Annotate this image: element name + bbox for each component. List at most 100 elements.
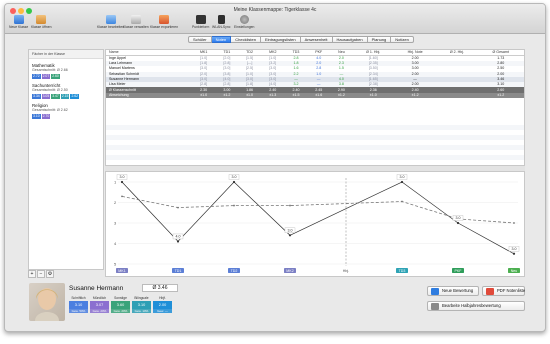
point-label-text: 3.0: [232, 175, 237, 179]
grade-tile-value: 3.10: [132, 301, 151, 309]
settings-toolbar-button[interactable]: Einstellungen: [234, 15, 254, 33]
point-label: 3.0: [396, 174, 408, 180]
grade-tile-weight: Gew. —: [153, 309, 172, 313]
subject-grade-pills: 3.10 2.70: [32, 114, 100, 119]
toolbar-label: Klasse exportieren: [150, 25, 179, 29]
manage-class-toolbar-button[interactable]: Klasse verwalten: [123, 15, 149, 33]
student-panel: Susanne Hermann Ø 3.46 Schriftlich 3.10 Ge…: [28, 282, 525, 324]
half-year-label: Bearbeite Halbjahresbewertung: [442, 303, 501, 308]
grade-pill: 2.15: [60, 94, 70, 99]
new-class-toolbar-button[interactable]: Neue Klasse: [9, 15, 28, 33]
grade-tile: Schriftlich 3.10 Gew. 50%: [69, 296, 88, 313]
edit-class-toolbar-button[interactable]: Klasse bearbeiten: [97, 15, 124, 33]
tab-notizen[interactable]: Notizen: [391, 36, 414, 43]
statistics-row: Abweichung ±1.0 ±1.2 ±1.0 ±1.3 ±1.5 ±1.6 ±1.2 ±1…: [106, 92, 524, 99]
wlan-sync-toolbar-button[interactable]: WLAN-Sync: [212, 15, 230, 33]
grade-pill: 3.05: [41, 94, 51, 99]
y-tick-label: 3: [114, 221, 117, 226]
y-tick-label: 1: [114, 180, 117, 185]
data-point[interactable]: [401, 200, 403, 203]
toolbar-label: Klasse bearbeiten: [97, 25, 125, 29]
tab-noten[interactable]: Noten: [211, 36, 232, 43]
x-category-text: TD2: [231, 269, 238, 273]
data-point[interactable]: [177, 206, 179, 209]
subject-average: Gesamtschnitt: Ø 2.62: [32, 108, 68, 112]
point-label-text: 3.0: [288, 229, 293, 233]
point-label: 3.0: [508, 246, 520, 252]
data-point[interactable]: [233, 204, 235, 207]
grade-tile: Mündlich 3.07 Gew. 20%: [90, 296, 109, 313]
toolbar-label: WLAN-Sync: [212, 25, 231, 29]
tab-planung[interactable]: Planung: [367, 36, 392, 43]
data-point[interactable]: [120, 180, 124, 184]
grade-tile: Sonstige 3.60 Gew. 20%: [111, 296, 130, 313]
data-point[interactable]: [513, 222, 515, 224]
data-point[interactable]: [289, 204, 291, 207]
data-point[interactable]: [456, 221, 460, 225]
export-class-toolbar-button[interactable]: Klasse exportieren: [150, 15, 178, 33]
point-label: 3.0: [116, 174, 128, 180]
half-year-button[interactable]: Bearbeite Halbjahresbewertung: [427, 301, 525, 311]
data-point[interactable]: [400, 180, 404, 184]
grade-tile: Bilinguale 3.10 Gew. 10%: [132, 296, 151, 313]
toolbar-label: Punkteform: [192, 25, 210, 29]
y-tick-label: 2: [114, 200, 117, 205]
grades-table: Name MK1 TD1 TD2 MK2 TD3 PKF Neu Ø 1. Hbj. Hbj. N…: [105, 49, 525, 166]
point-label-text: 3.0: [400, 175, 405, 179]
phone-icon: [217, 15, 225, 24]
tab-checklisten[interactable]: Checklisten: [231, 36, 261, 43]
tab-anwesenheit[interactable]: Anwesenheit: [300, 36, 333, 43]
x-category-label: MK1: [116, 268, 128, 273]
x-category-label: TD2: [228, 268, 240, 273]
grade-pill: 2.60: [51, 74, 60, 79]
data-point[interactable]: [176, 240, 180, 243]
subject-item[interactable]: Mathematik Gesamtschnitt: Ø 2.66 2.72 2.07 2…: [32, 63, 100, 79]
grade-pill: 2.70: [41, 114, 51, 119]
app-window: Meine Klassenmappe: Tigerklasse 4c Neue …: [4, 3, 546, 332]
y-tick-label: 4: [114, 241, 117, 246]
statistic-cell: Abweichung: [106, 92, 192, 99]
grade-pill: 3.47: [51, 94, 60, 99]
data-point[interactable]: [288, 234, 292, 237]
grade-chart-svg: 1 2 3 4 5 3.0 4.0 3.0 3.0 3.0 3.0 3.0 MK1 TD1 TD2 MK2 Hb…: [114, 174, 520, 273]
subject-sidebar: Fächer in der Klasse Mathematik Gesamtsch…: [28, 49, 104, 270]
subject-list: Mathematik Gesamtschnitt: Ø 2.66 2.72 2.07 2…: [29, 63, 103, 119]
grade-pill: 3.34: [32, 94, 41, 99]
student-name: Susanne Hermann: [69, 285, 124, 292]
x-category-label: Hbj.: [343, 269, 349, 273]
subject-settings-button[interactable]: ⚙: [46, 270, 54, 278]
statistic-cell: ±1.2: [330, 92, 353, 99]
tab-eintragungslisten[interactable]: Eintragungslisten: [260, 36, 301, 43]
x-category-text: Neu: [511, 269, 518, 273]
grade-tile-weight: Gew. 10%: [132, 309, 151, 313]
open-class-toolbar-button[interactable]: Klasse öffnen: [31, 15, 51, 33]
new-rating-button[interactable]: Neue Bewertung: [427, 286, 479, 296]
manage-class-icon: [130, 15, 141, 24]
punkteform-toolbar-button[interactable]: Punkteform: [192, 15, 209, 33]
statistic-cell: ±1.0: [191, 92, 216, 99]
statistic-cell: ±1.2: [393, 92, 437, 99]
subject-item[interactable]: Sachunterricht Gesamtschnitt: Ø 2.50 3.34 3…: [32, 83, 100, 99]
point-label: 3.0: [284, 227, 296, 233]
pdf-sheet-button[interactable]: PDF Notenliste: [482, 286, 525, 296]
student-grade-tiles: Schriftlich 3.10 Gew. 50% Mündlich 3.07 Gew. …: [69, 296, 172, 313]
tab-schüler[interactable]: Schüler: [188, 36, 212, 43]
toolbar-label: Klasse verwalten: [123, 25, 149, 29]
remove-subject-button[interactable]: −: [37, 270, 45, 278]
data-point[interactable]: [232, 180, 236, 184]
data-point[interactable]: [121, 195, 123, 198]
statistic-cell: ±1.0: [352, 92, 394, 99]
grade-pill: 3.10: [32, 114, 41, 119]
tab-hausaufgaben[interactable]: Hausaufgaben: [332, 36, 368, 43]
new-class-icon: [13, 15, 24, 24]
open-class-icon: [36, 15, 47, 24]
point-label: 4.0: [172, 233, 184, 240]
data-point[interactable]: [512, 252, 516, 255]
x-category-text: TD3: [399, 269, 406, 273]
add-subject-button[interactable]: +: [28, 270, 36, 278]
statistic-cell: ±1.2: [477, 92, 524, 99]
grade-tile-value: 3.60: [111, 301, 130, 309]
x-category-text: MK2: [286, 269, 293, 273]
grade-tile-value: 3.07: [90, 301, 109, 309]
subject-item[interactable]: Religion Gesamtschnitt: Ø 2.62 3.10 2.70: [32, 103, 100, 119]
